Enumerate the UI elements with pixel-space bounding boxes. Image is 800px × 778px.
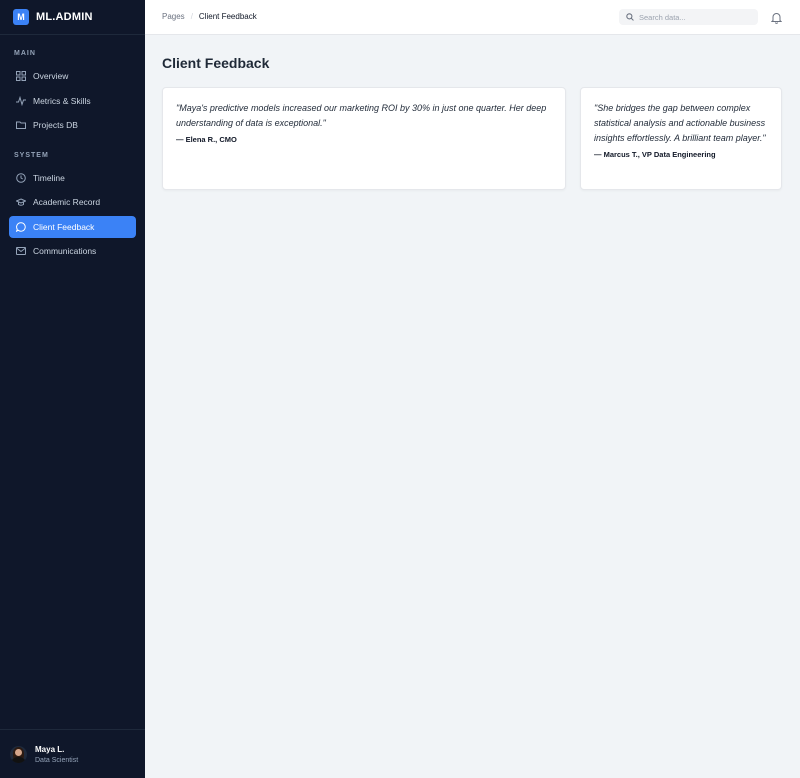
testimonial-card: "She bridges the gap between complex sta… bbox=[580, 87, 782, 190]
activity-icon bbox=[16, 96, 26, 106]
sidebar-item-label: Timeline bbox=[33, 173, 65, 183]
sidebar-item-projects[interactable]: Projects DB bbox=[9, 114, 136, 136]
sidebar-item-client-feedback[interactable]: Client Feedback bbox=[9, 216, 136, 238]
sidebar-item-label: Overview bbox=[33, 71, 69, 81]
brand-name: ML.ADMIN bbox=[36, 11, 93, 23]
sidebar: M ML.ADMIN MAIN Overview Metrics & Skill… bbox=[0, 0, 145, 778]
sidebar-item-label: Projects DB bbox=[33, 120, 78, 130]
user-role: Data Scientist bbox=[35, 756, 79, 764]
topbar: Pages / Client Feedback bbox=[145, 0, 800, 35]
bell-icon[interactable] bbox=[770, 11, 783, 24]
graduation-cap-icon bbox=[16, 197, 26, 207]
search-icon bbox=[626, 8, 634, 26]
sidebar-item-communications[interactable]: Communications bbox=[9, 240, 136, 262]
search-box[interactable] bbox=[619, 9, 758, 25]
testimonial-quote: "She bridges the gap between complex sta… bbox=[594, 103, 766, 143]
testimonial-card: "Maya's predictive models increased our … bbox=[162, 87, 566, 190]
sidebar-item-label: Client Feedback bbox=[33, 222, 95, 232]
clock-icon bbox=[16, 173, 26, 183]
testimonial-quote: "Maya's predictive models increased our … bbox=[176, 103, 547, 128]
testimonial-author: — Marcus T., VP Data Engineering bbox=[594, 150, 716, 159]
grid-icon bbox=[16, 71, 26, 81]
sidebar-item-academic[interactable]: Academic Record bbox=[9, 191, 136, 213]
testimonial-author: — Elena R., CMO bbox=[176, 135, 237, 144]
breadcrumb: Pages / Client Feedback bbox=[162, 12, 257, 21]
folder-icon bbox=[16, 120, 26, 130]
breadcrumb-pages[interactable]: Pages bbox=[162, 12, 185, 21]
sidebar-item-label: Metrics & Skills bbox=[33, 96, 91, 106]
section-label-main: MAIN bbox=[14, 50, 36, 57]
sidebar-item-label: Academic Record bbox=[33, 197, 101, 207]
breadcrumb-current: Client Feedback bbox=[198, 12, 257, 21]
message-circle-icon bbox=[16, 222, 26, 232]
search-input[interactable] bbox=[639, 12, 749, 22]
user-profile[interactable]: Maya L. Data Scientist bbox=[0, 729, 145, 778]
page-title: Client Feedback bbox=[162, 55, 270, 71]
avatar bbox=[10, 745, 27, 763]
breadcrumb-separator: / bbox=[190, 12, 193, 21]
sidebar-item-label: Communications bbox=[33, 246, 97, 256]
sidebar-item-overview[interactable]: Overview bbox=[9, 65, 136, 87]
user-name: Maya L. bbox=[35, 744, 65, 754]
brand[interactable]: M ML.ADMIN bbox=[0, 0, 145, 35]
sidebar-item-timeline[interactable]: Timeline bbox=[9, 167, 136, 189]
sidebar-item-metrics[interactable]: Metrics & Skills bbox=[9, 90, 136, 112]
brand-logo: M bbox=[13, 9, 29, 25]
section-label-system: SYSTEM bbox=[14, 152, 49, 159]
mail-icon bbox=[16, 246, 26, 256]
